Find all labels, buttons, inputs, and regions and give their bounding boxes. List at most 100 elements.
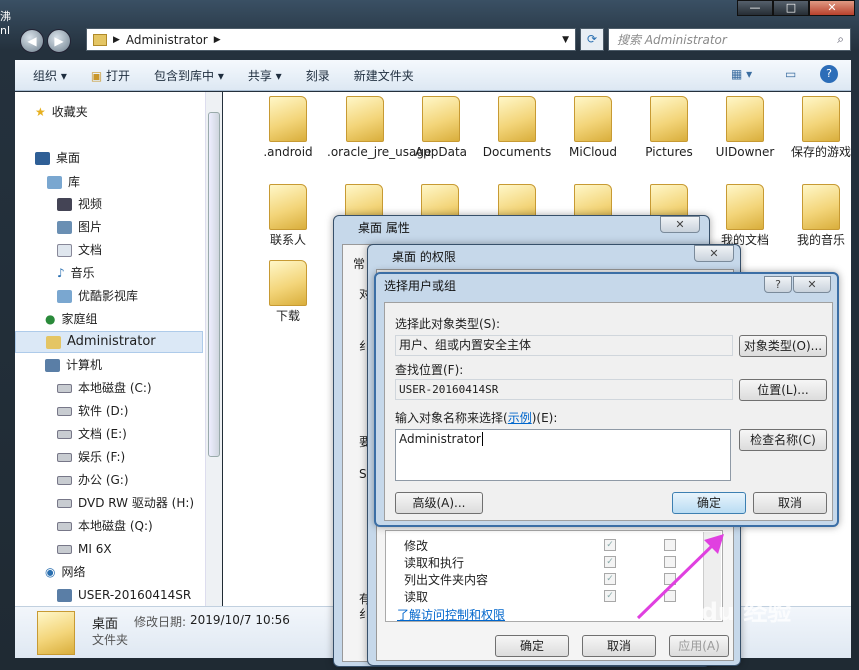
cancel-button[interactable]: 取消 [582,635,656,657]
nav-label: 软件 (D:) [78,404,129,418]
allow-checkbox[interactable]: ✓ [604,573,616,585]
cancel-button[interactable]: 取消 [753,492,827,514]
new-folder-button[interactable]: 新建文件夹 [354,67,414,84]
nav-drive[interactable]: 娱乐 (F:) [57,446,125,468]
nav-drive[interactable]: 本地磁盘 (Q:) [57,515,153,537]
file-item[interactable]: 联系人 [250,184,326,249]
chevron-right-icon: ▶ [113,34,120,45]
file-label: 联系人 [269,233,306,247]
star-icon: ★ [35,105,46,119]
access-control-link[interactable]: 了解访问控制和权限 [397,606,505,623]
nav-youku[interactable]: 优酷影视库 [57,285,138,307]
close-button[interactable]: ✕ [793,276,831,293]
close-button[interactable]: ✕ [809,0,855,16]
nav-host[interactable]: USER-20160414SR [57,584,191,606]
text-cursor [481,432,483,446]
music-icon: ♪ [57,266,65,280]
nav-computer[interactable]: 计算机 [45,354,102,376]
check-names-button[interactable]: 检查名称(C) [739,429,827,451]
nav-label: 计算机 [66,358,103,372]
open-label: 打开 [106,68,131,83]
nav-desktop[interactable]: 桌面 [35,147,80,169]
nav-drive[interactable]: 文档 (E:) [57,423,127,445]
nav-libraries[interactable]: 库 [47,171,80,193]
back-button[interactable]: ◀ [20,29,44,53]
advanced-button[interactable]: 高级(A)... [395,492,483,514]
file-item[interactable]: Pictures [631,96,707,161]
left-edge-text: 沸 nl [0,10,11,37]
minimize-button[interactable]: — [737,0,773,16]
file-item[interactable]: AppData [403,96,479,161]
help-icon[interactable]: ? [820,65,838,83]
drive-icon [57,429,72,439]
library-icon [47,175,62,189]
nav-music[interactable]: ♪ 音乐 [57,262,95,284]
file-item[interactable]: 我的音乐 [783,184,859,249]
nav-drive[interactable]: DVD RW 驱动器 (H:) [57,492,194,514]
nav-drive[interactable]: MI 6X [57,538,112,560]
file-item[interactable]: 下载 [250,260,326,325]
file-item[interactable]: 保存的游戏 [783,96,859,161]
nav-drive[interactable]: 软件 (D:) [57,400,128,422]
file-label: Pictures [645,145,693,159]
object-name-input[interactable]: Administrator [395,429,731,481]
object-name-value: Administrator [399,432,481,446]
close-button[interactable]: ✕ [694,245,734,262]
apply-button[interactable]: 应用(A) [669,635,729,657]
search-input[interactable]: 搜索 Administrator ⌕ [608,28,851,51]
maximize-button[interactable]: □ [773,0,809,16]
folder-icon [422,96,460,142]
organize-button[interactable]: 组织 ▾ [33,67,67,84]
locations-button[interactable]: 位置(L)... [739,379,827,401]
nav-administrator[interactable]: Administrator [15,331,203,353]
help-button[interactable]: ? [764,276,792,293]
include-in-library-button[interactable]: 包含到库中 ▾ [154,67,224,84]
text-fragment: S [359,467,367,481]
file-label: 下载 [275,309,300,323]
open-button[interactable]: ▣ 打开 [91,67,130,84]
nav-drive[interactable]: 本地磁盘 (C:) [57,377,152,399]
object-types-button[interactable]: 对象类型(O)... [739,335,827,357]
ok-button[interactable]: 确定 [672,492,746,514]
navigation-pane: ★ 收藏夹 桌面 库 视频 图片 文档 ♪ 音乐 优酷影视库 ● 家庭组 Admini… [15,92,222,606]
share-button[interactable]: 共享 ▾ [248,67,282,84]
location-label: 查找位置(F): [395,363,464,377]
file-item[interactable]: .android [250,96,326,161]
folder-icon [802,184,840,230]
drive-icon [57,521,72,531]
allow-checkbox[interactable]: ✓ [604,590,616,602]
folder-icon [802,96,840,142]
scrollbar-thumb[interactable] [208,112,220,457]
preview-pane-icon[interactable]: ▭ [785,67,796,81]
file-label: .oracle_jre_usage [327,145,432,159]
file-item[interactable]: .oracle_jre_usage [327,96,432,161]
file-item[interactable]: 我的文档 [707,184,783,249]
nav-scrollbar[interactable] [205,92,222,606]
allow-checkbox[interactable]: ✓ [604,539,616,551]
dropdown-arrow-icon[interactable]: ▼ [562,35,569,45]
tab-general-fragment[interactable]: 常 [353,255,365,272]
address-bar[interactable]: ▶ Administrator ▶ ▼ [86,28,576,51]
nav-documents[interactable]: 文档 [57,239,102,261]
nav-pictures[interactable]: 图片 [57,216,102,238]
refresh-icon[interactable]: ⟳ [580,28,604,51]
file-item[interactable]: Documents [479,96,555,161]
nav-favorites[interactable]: ★ 收藏夹 [35,101,88,123]
document-icon [57,243,72,257]
computer-icon [57,588,72,602]
examples-link[interactable]: 示例 [508,411,532,425]
close-button[interactable]: ✕ [660,216,700,233]
nav-drive[interactable]: 办公 (G:) [57,469,129,491]
nav-network[interactable]: ◉ 网络 [45,561,86,583]
location-field: USER-20160414SR [395,379,733,400]
burn-button[interactable]: 刻录 [306,67,330,84]
ok-button[interactable]: 确定 [495,635,569,657]
file-item[interactable]: MiCloud [555,96,631,161]
nav-homegroup[interactable]: ● 家庭组 [45,308,98,330]
forward-button[interactable]: ▶ [47,29,71,53]
view-options-icon[interactable]: ▦ ▾ [731,67,752,81]
nav-videos[interactable]: 视频 [57,193,102,215]
nav-label: 收藏夹 [51,105,88,119]
file-item[interactable]: UIDowner [707,96,783,161]
allow-checkbox[interactable]: ✓ [604,556,616,568]
